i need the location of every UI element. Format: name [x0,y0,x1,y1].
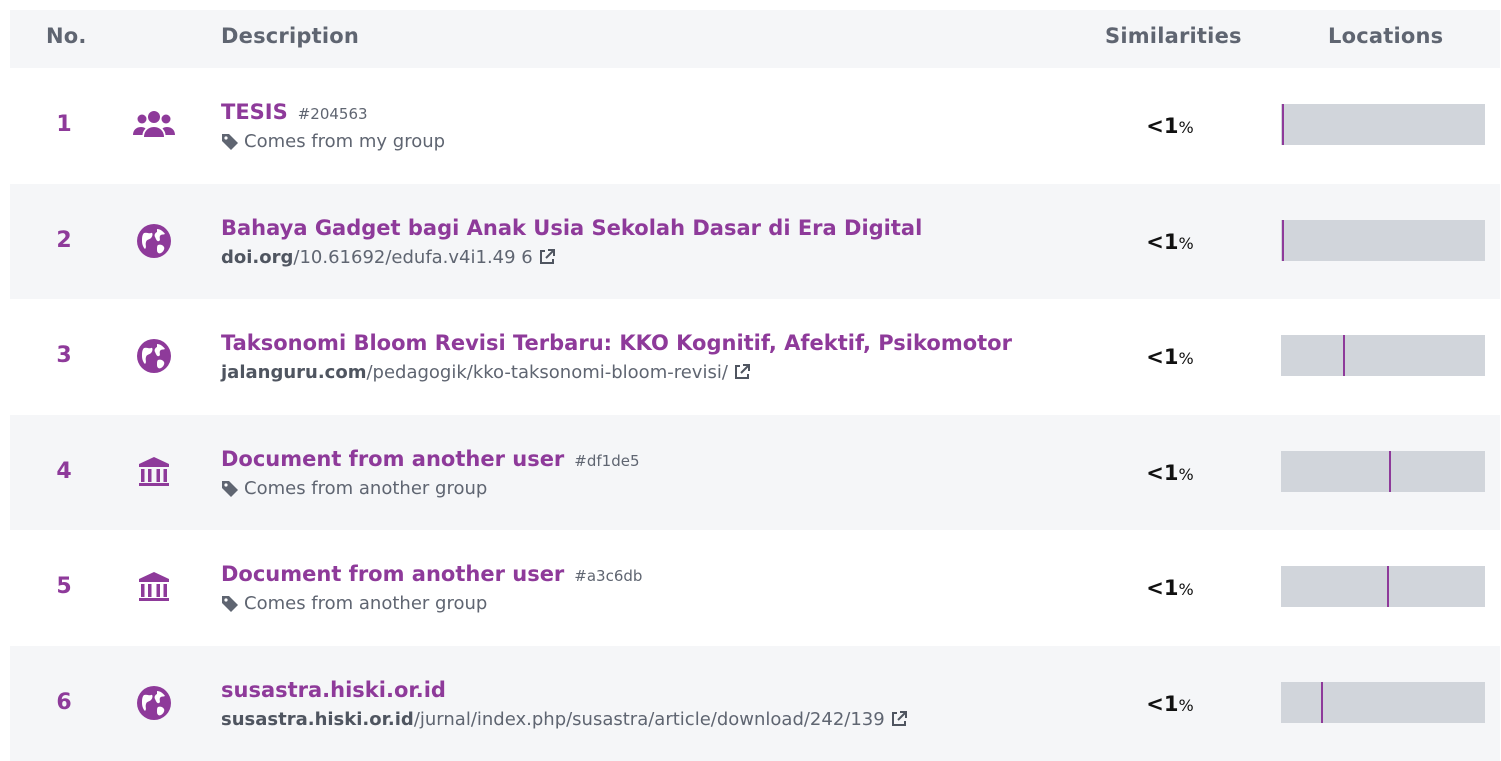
source-group-label: Comes from another group [221,478,487,499]
location-bar[interactable] [1281,566,1485,607]
external-link-icon[interactable] [889,709,909,729]
similarity-number: <1 [1146,229,1179,254]
external-link-icon[interactable] [732,362,752,382]
similarity-number: <1 [1146,345,1179,369]
similarity-unit: % [1178,580,1194,599]
row-number: 5 [56,574,72,599]
location-marker[interactable] [1282,104,1284,145]
url-path[interactable]: /10.61692/edufa.v4i1.49 6 [293,247,532,268]
source-title[interactable]: Document from another user [221,562,564,586]
source-group-label: Comes from my group [221,131,445,152]
globe-icon [130,221,178,261]
row-number: 6 [56,689,72,715]
table-row[interactable]: 4 Document from another user #df1de5 Comes … [10,414,1500,530]
row-number: 4 [56,458,72,484]
table-row[interactable]: 1 TESIS #204563 Comes from my group <1% [10,68,1500,183]
location-marker[interactable] [1387,566,1389,607]
row-number: 2 [56,227,72,253]
source-title[interactable]: Taksonomi Bloom Revisi Terbaru: KKO Kogn… [221,331,1012,355]
location-marker[interactable] [1389,450,1391,492]
source-url[interactable]: jalanguru.com/pedagogik/kko-taksonomi-bl… [221,362,752,383]
tag-icon [222,480,238,497]
similarity-value: <1% [1130,576,1210,600]
row-number: 3 [56,343,72,368]
table-row[interactable]: 2 Bahaya Gadget bagi Anak Usia Sekolah Da… [10,183,1500,299]
document-id: #a3c6db [574,567,643,585]
institution-icon [130,567,178,607]
tag-icon [222,134,238,150]
source-url[interactable]: doi.org/10.61692/edufa.v4i1.49 6 [221,247,557,268]
location-bar[interactable] [1281,219,1485,261]
source-url[interactable]: susastra.hiski.or.id/jurnal/index.php/su… [221,709,909,730]
group-text: Comes from another group [244,477,488,499]
similarity-unit: % [1178,695,1194,715]
column-header-locations: Locations [1328,24,1444,48]
similarity-number: <1 [1146,576,1179,600]
similarity-value: <1% [1130,692,1210,716]
location-bar[interactable] [1281,681,1485,723]
group-text: Comes from my group [244,131,446,152]
location-bar[interactable] [1281,335,1485,376]
location-marker[interactable] [1282,219,1284,261]
similarity-unit: % [1178,118,1194,137]
similarity-number: <1 [1146,460,1179,485]
location-bar[interactable] [1281,104,1485,145]
similarity-value: <1% [1130,461,1210,485]
similarity-unit: % [1178,233,1194,253]
table-row[interactable]: 6 susastra.hiski.or.id susastra.hiski.or.i… [10,645,1500,761]
source-title[interactable]: Document from another user [221,447,564,471]
group-icon [130,105,178,145]
location-marker[interactable] [1343,335,1345,376]
group-text: Comes from another group [244,593,488,614]
source-title[interactable]: Bahaya Gadget bagi Anak Usia Sekolah Das… [221,216,922,240]
similarity-number: <1 [1146,691,1179,716]
url-domain[interactable]: susastra.hiski.or.id [221,709,414,730]
similarity-unit: % [1178,464,1194,484]
external-link-icon[interactable] [537,247,557,267]
institution-icon [130,452,178,492]
globe-icon [130,683,178,723]
row-number: 1 [56,112,72,137]
similarity-unit: % [1178,349,1194,368]
similarity-value: <1% [1130,345,1210,369]
source-title[interactable]: susastra.hiski.or.id [221,678,446,702]
url-domain[interactable]: jalanguru.com [221,362,366,383]
url-path[interactable]: /jurnal/index.php/susastra/article/downl… [414,709,885,730]
similarity-number: <1 [1146,114,1179,138]
location-marker[interactable] [1321,681,1323,723]
column-header-description: Description [221,24,360,48]
table-row[interactable]: 5 Document from another user #a3c6db Comes … [10,530,1500,645]
source-title[interactable]: TESIS [221,100,288,124]
similarity-value: <1% [1130,114,1210,138]
similarity-value: <1% [1130,230,1210,254]
location-bar[interactable] [1281,450,1485,492]
document-id: #df1de5 [574,451,640,470]
table-header: No. Description Similarities Locations [10,10,1500,68]
url-path[interactable]: /pedagogik/kko-taksonomi-bloom-revisi/ [366,362,727,383]
column-header-no: No. [46,24,87,48]
column-header-similarities: Similarities [1105,24,1242,48]
table-row[interactable]: 3 Taksonomi Bloom Revisi Terbaru: KKO Kog… [10,299,1500,414]
url-domain[interactable]: doi.org [221,247,293,268]
globe-icon [130,336,178,376]
source-group-label: Comes from another group [221,593,487,614]
tag-icon [222,596,238,612]
document-id: #204563 [297,105,368,123]
